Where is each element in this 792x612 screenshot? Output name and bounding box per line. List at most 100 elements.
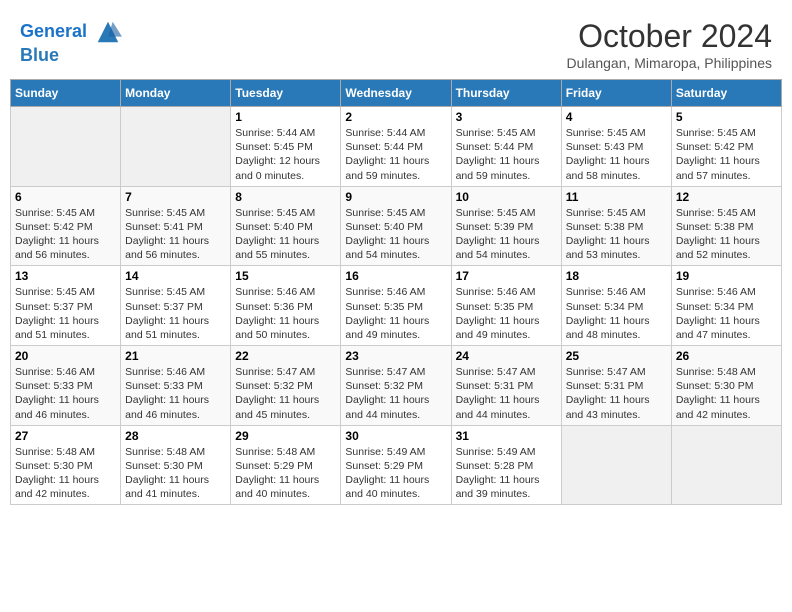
calendar-week-row: 6 Sunrise: 5:45 AMSunset: 5:42 PMDaylight…: [11, 186, 782, 266]
day-info: Sunrise: 5:47 AMSunset: 5:31 PMDaylight:…: [456, 365, 557, 422]
day-info: Sunrise: 5:44 AMSunset: 5:44 PMDaylight:…: [345, 126, 446, 183]
calendar-header-row: SundayMondayTuesdayWednesdayThursdayFrid…: [11, 80, 782, 107]
calendar-weekday-header: Thursday: [451, 80, 561, 107]
day-info: Sunrise: 5:46 AMSunset: 5:35 PMDaylight:…: [456, 285, 557, 342]
location-subtitle: Dulangan, Mimaropa, Philippines: [567, 55, 772, 71]
day-number: 26: [676, 349, 777, 363]
day-number: 19: [676, 269, 777, 283]
logo-text: General: [20, 18, 122, 46]
day-number: 1: [235, 110, 336, 124]
calendar-day-cell: 3 Sunrise: 5:45 AMSunset: 5:44 PMDaylight…: [451, 107, 561, 187]
day-number: 9: [345, 190, 446, 204]
day-number: 6: [15, 190, 116, 204]
day-info: Sunrise: 5:46 AMSunset: 5:34 PMDaylight:…: [566, 285, 667, 342]
day-number: 22: [235, 349, 336, 363]
day-number: 7: [125, 190, 226, 204]
day-number: 27: [15, 429, 116, 443]
day-info: Sunrise: 5:45 AMSunset: 5:41 PMDaylight:…: [125, 206, 226, 263]
calendar-week-row: 1 Sunrise: 5:44 AMSunset: 5:45 PMDaylight…: [11, 107, 782, 187]
calendar-day-cell: 1 Sunrise: 5:44 AMSunset: 5:45 PMDaylight…: [231, 107, 341, 187]
day-info: Sunrise: 5:48 AMSunset: 5:30 PMDaylight:…: [676, 365, 777, 422]
calendar-day-cell: 18 Sunrise: 5:46 AMSunset: 5:34 PMDayligh…: [561, 266, 671, 346]
day-info: Sunrise: 5:48 AMSunset: 5:29 PMDaylight:…: [235, 445, 336, 502]
calendar-day-cell: [11, 107, 121, 187]
calendar-weekday-header: Sunday: [11, 80, 121, 107]
day-number: 2: [345, 110, 446, 124]
day-number: 25: [566, 349, 667, 363]
calendar-day-cell: 7 Sunrise: 5:45 AMSunset: 5:41 PMDaylight…: [121, 186, 231, 266]
day-info: Sunrise: 5:45 AMSunset: 5:40 PMDaylight:…: [235, 206, 336, 263]
logo-blue-text: Blue: [20, 46, 122, 66]
calendar-day-cell: 28 Sunrise: 5:48 AMSunset: 5:30 PMDayligh…: [121, 425, 231, 505]
month-title: October 2024: [567, 18, 772, 55]
day-number: 11: [566, 190, 667, 204]
day-info: Sunrise: 5:45 AMSunset: 5:37 PMDaylight:…: [125, 285, 226, 342]
day-number: 16: [345, 269, 446, 283]
calendar-day-cell: 21Sunrise: 5:46 AMSunset: 5:33 PMDayligh…: [121, 346, 231, 426]
day-number: 24: [456, 349, 557, 363]
day-info: Sunrise: 5:45 AMSunset: 5:44 PMDaylight:…: [456, 126, 557, 183]
calendar-week-row: 13Sunrise: 5:45 AMSunset: 5:37 PMDayligh…: [11, 266, 782, 346]
day-info: Sunrise: 5:45 AMSunset: 5:39 PMDaylight:…: [456, 206, 557, 263]
day-info: Sunrise: 5:46 AMSunset: 5:35 PMDaylight:…: [345, 285, 446, 342]
calendar-day-cell: 30 Sunrise: 5:49 AMSunset: 5:29 PMDayligh…: [341, 425, 451, 505]
day-info: Sunrise: 5:45 AMSunset: 5:43 PMDaylight:…: [566, 126, 667, 183]
day-info: Sunrise: 5:44 AMSunset: 5:45 PMDaylight:…: [235, 126, 336, 183]
day-info: Sunrise: 5:45 AMSunset: 5:38 PMDaylight:…: [676, 206, 777, 263]
day-number: 4: [566, 110, 667, 124]
calendar-day-cell: 16 Sunrise: 5:46 AMSunset: 5:35 PMDayligh…: [341, 266, 451, 346]
calendar-week-row: 27 Sunrise: 5:48 AMSunset: 5:30 PMDayligh…: [11, 425, 782, 505]
logo-icon: [94, 18, 122, 46]
title-block: October 2024 Dulangan, Mimaropa, Philipp…: [567, 18, 772, 71]
calendar-day-cell: 31Sunrise: 5:49 AMSunset: 5:28 PMDayligh…: [451, 425, 561, 505]
calendar-day-cell: 15 Sunrise: 5:46 AMSunset: 5:36 PMDayligh…: [231, 266, 341, 346]
day-info: Sunrise: 5:45 AMSunset: 5:38 PMDaylight:…: [566, 206, 667, 263]
calendar-day-cell: 5Sunrise: 5:45 AMSunset: 5:42 PMDaylight…: [671, 107, 781, 187]
day-number: 21: [125, 349, 226, 363]
calendar-weekday-header: Tuesday: [231, 80, 341, 107]
day-number: 23: [345, 349, 446, 363]
calendar-weekday-header: Wednesday: [341, 80, 451, 107]
calendar-day-cell: 8Sunrise: 5:45 AMSunset: 5:40 PMDaylight…: [231, 186, 341, 266]
calendar-table: SundayMondayTuesdayWednesdayThursdayFrid…: [10, 79, 782, 505]
day-info: Sunrise: 5:48 AMSunset: 5:30 PMDaylight:…: [125, 445, 226, 502]
calendar-day-cell: 14Sunrise: 5:45 AMSunset: 5:37 PMDayligh…: [121, 266, 231, 346]
day-info: Sunrise: 5:46 AMSunset: 5:34 PMDaylight:…: [676, 285, 777, 342]
calendar-day-cell: 19 Sunrise: 5:46 AMSunset: 5:34 PMDayligh…: [671, 266, 781, 346]
calendar-day-cell: 4 Sunrise: 5:45 AMSunset: 5:43 PMDaylight…: [561, 107, 671, 187]
calendar-day-cell: 27Sunrise: 5:48 AMSunset: 5:30 PMDayligh…: [11, 425, 121, 505]
day-info: Sunrise: 5:46 AMSunset: 5:36 PMDaylight:…: [235, 285, 336, 342]
calendar-day-cell: 2 Sunrise: 5:44 AMSunset: 5:44 PMDaylight…: [341, 107, 451, 187]
calendar-day-cell: 22 Sunrise: 5:47 AMSunset: 5:32 PMDayligh…: [231, 346, 341, 426]
calendar-day-cell: 29 Sunrise: 5:48 AMSunset: 5:29 PMDayligh…: [231, 425, 341, 505]
day-number: 28: [125, 429, 226, 443]
logo: General Blue: [20, 18, 122, 66]
day-number: 3: [456, 110, 557, 124]
calendar-day-cell: [671, 425, 781, 505]
calendar-day-cell: [121, 107, 231, 187]
day-info: Sunrise: 5:47 AMSunset: 5:31 PMDaylight:…: [566, 365, 667, 422]
calendar-weekday-header: Monday: [121, 80, 231, 107]
day-info: Sunrise: 5:49 AMSunset: 5:29 PMDaylight:…: [345, 445, 446, 502]
day-number: 18: [566, 269, 667, 283]
page-header: General Blue October 2024 Dulangan, Mima…: [10, 10, 782, 75]
calendar-day-cell: 26 Sunrise: 5:48 AMSunset: 5:30 PMDayligh…: [671, 346, 781, 426]
day-number: 10: [456, 190, 557, 204]
calendar-day-cell: 24 Sunrise: 5:47 AMSunset: 5:31 PMDayligh…: [451, 346, 561, 426]
day-number: 15: [235, 269, 336, 283]
calendar-weekday-header: Saturday: [671, 80, 781, 107]
calendar-day-cell: [561, 425, 671, 505]
calendar-day-cell: 12 Sunrise: 5:45 AMSunset: 5:38 PMDayligh…: [671, 186, 781, 266]
day-info: Sunrise: 5:45 AMSunset: 5:42 PMDaylight:…: [15, 206, 116, 263]
day-number: 12: [676, 190, 777, 204]
day-number: 30: [345, 429, 446, 443]
day-info: Sunrise: 5:45 AMSunset: 5:37 PMDaylight:…: [15, 285, 116, 342]
calendar-day-cell: 6 Sunrise: 5:45 AMSunset: 5:42 PMDaylight…: [11, 186, 121, 266]
day-info: Sunrise: 5:46 AMSunset: 5:33 PMDaylight:…: [15, 365, 116, 422]
calendar-day-cell: 11 Sunrise: 5:45 AMSunset: 5:38 PMDayligh…: [561, 186, 671, 266]
calendar-weekday-header: Friday: [561, 80, 671, 107]
day-number: 29: [235, 429, 336, 443]
calendar-day-cell: 10 Sunrise: 5:45 AMSunset: 5:39 PMDayligh…: [451, 186, 561, 266]
day-info: Sunrise: 5:47 AMSunset: 5:32 PMDaylight:…: [235, 365, 336, 422]
day-number: 5: [676, 110, 777, 124]
